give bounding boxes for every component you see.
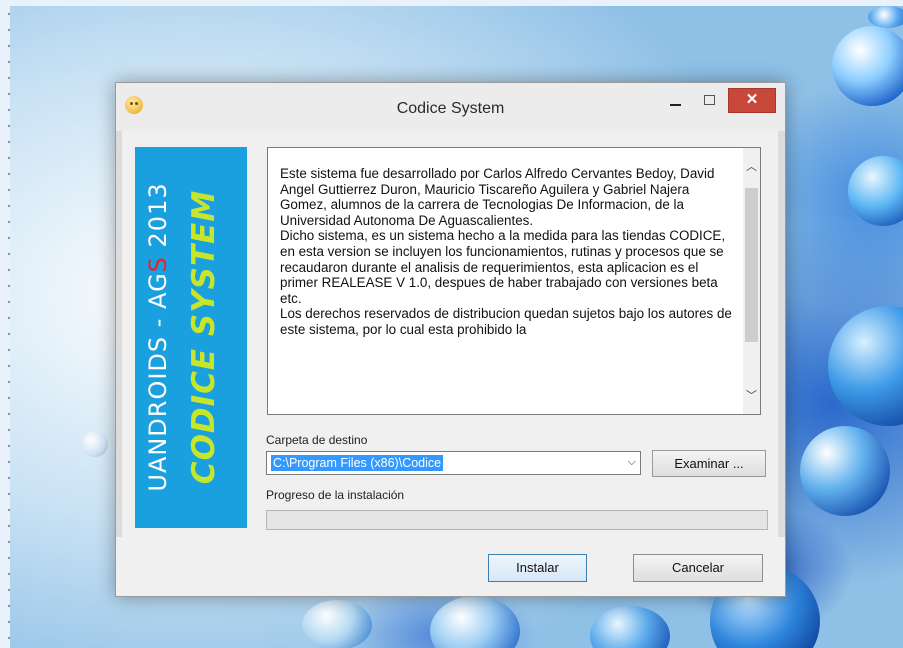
side-banner: UANDROIDS - AGS 2013 CODICE SYSTEM xyxy=(135,147,247,528)
bubble xyxy=(430,596,520,648)
close-button[interactable]: ✕ xyxy=(728,88,776,113)
description-scrollbar[interactable]: ︿ ﹀ xyxy=(743,148,760,414)
install-button[interactable]: Instalar xyxy=(488,554,587,582)
chevron-down-icon[interactable]: ⌵ xyxy=(628,456,636,469)
maximize-icon xyxy=(704,95,715,105)
bubble xyxy=(828,306,903,426)
destination-select[interactable]: C:\Program Files (x86)\Codice ⌵ xyxy=(266,451,641,475)
banner-team: UANDROIDS - AG xyxy=(144,272,172,492)
chevron-up-icon[interactable]: ︿ xyxy=(743,158,760,175)
bubble xyxy=(868,6,903,28)
bubble xyxy=(832,26,903,106)
bubble xyxy=(800,426,890,516)
bubble xyxy=(590,606,670,648)
dialog-body: UANDROIDS - AGS 2013 CODICE SYSTEM Este … xyxy=(122,131,778,537)
install-progress-bar xyxy=(266,510,768,530)
bubble xyxy=(82,431,108,457)
banner-team-year: UANDROIDS - AGS 2013 xyxy=(144,147,172,527)
description-text: Este sistema fue desarrollado por Carlos… xyxy=(280,166,732,337)
banner-red-letter: S xyxy=(144,256,172,273)
cancel-button[interactable]: Cancelar xyxy=(633,554,763,582)
description-textbox[interactable]: Este sistema fue desarrollado por Carlos… xyxy=(267,147,761,415)
banner-product-name: CODICE SYSTEM xyxy=(186,189,222,485)
bubble xyxy=(302,600,372,648)
destination-label: Carpeta de destino xyxy=(266,433,368,447)
maximize-button[interactable] xyxy=(696,91,722,113)
bubble xyxy=(848,156,903,226)
destination-value: C:\Program Files (x86)\Codice xyxy=(271,455,444,471)
installer-window: Codice System ✕ UANDROIDS - AGS 2013 COD… xyxy=(115,82,786,597)
banner-text: UANDROIDS - AGS 2013 CODICE SYSTEM xyxy=(136,147,246,527)
banner-year: 2013 xyxy=(144,182,172,257)
title-bar[interactable]: Codice System ✕ xyxy=(116,83,785,131)
chevron-down-icon[interactable]: ﹀ xyxy=(743,387,760,404)
progress-label: Progreso de la instalación xyxy=(266,488,405,502)
minimize-button[interactable] xyxy=(664,91,690,113)
scroll-thumb[interactable] xyxy=(745,188,758,342)
browse-button[interactable]: Examinar ... xyxy=(652,450,766,477)
minimize-icon xyxy=(670,104,681,106)
